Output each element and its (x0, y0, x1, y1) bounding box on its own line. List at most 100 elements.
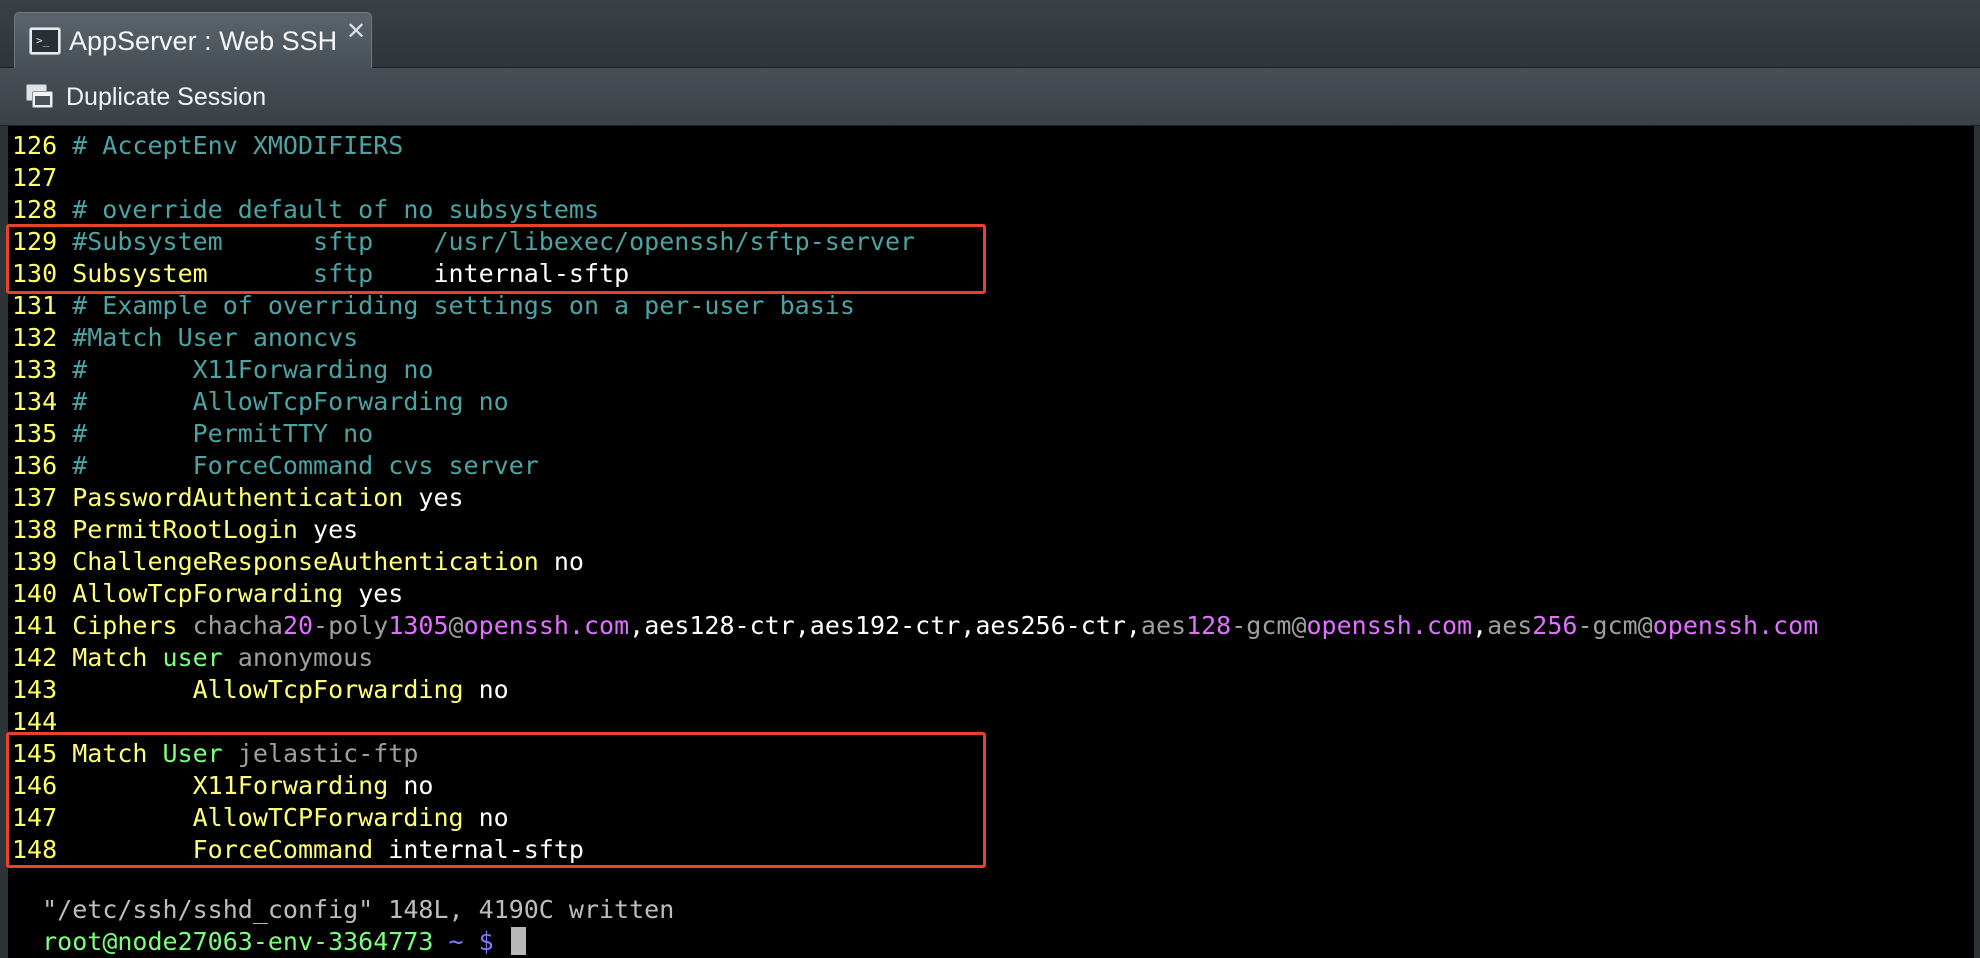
line-number: 145 (12, 739, 58, 768)
line-number: 135 (12, 419, 58, 448)
line-number: 144 (12, 707, 58, 736)
terminal-line: 138 PermitRootLogin yes (12, 514, 358, 546)
line-number: 148 (12, 835, 58, 864)
terminal-line: 128 # override default of no subsystems (12, 194, 599, 226)
line-text: # PermitTTY no (57, 419, 374, 448)
terminal-line: 145 Match User jelastic-ftp (12, 738, 418, 770)
line-text: -gcm@ (1231, 611, 1307, 640)
terminal-line: 130 Subsystem sftp internal-sftp (12, 258, 629, 290)
terminal-line: 144 (12, 706, 57, 738)
line-text: PermitRootLogin (57, 515, 298, 544)
close-icon[interactable]: ✕ (346, 19, 366, 43)
duplicate-session-label: Duplicate Session (66, 82, 267, 111)
line-text: jelastic-ftp (222, 739, 419, 768)
line-number: 137 (12, 483, 58, 512)
line-text: #Match User anoncvs (57, 323, 359, 352)
line-text: chacha (177, 611, 283, 640)
tab-bar: >_ AppServer : Web SSH ✕ (0, 0, 1980, 68)
line-number: 130 (12, 259, 58, 288)
vim-status-line: "/etc/ssh/sshd_config" 148L, 4190C writt… (12, 862, 674, 924)
line-text: Ciphers (57, 611, 178, 640)
terminal-scrollbar[interactable] (1974, 126, 1980, 958)
line-text: # X11Forwarding no (57, 355, 434, 384)
shell-prompt[interactable]: root@node27063-env-3364773 ~ $ (12, 894, 526, 956)
line-text: openssh.com (463, 611, 630, 640)
tab-web-ssh[interactable]: >_ AppServer : Web SSH ✕ (14, 12, 372, 68)
line-text: , (1472, 611, 1488, 640)
terminal-line: 127 (12, 162, 57, 194)
line-text: Subsystem (57, 259, 208, 288)
line-text: internal-sftp (373, 835, 584, 864)
line-number: 134 (12, 387, 58, 416)
line-text: AllowTcpForwarding (57, 579, 344, 608)
line-number: 143 (12, 675, 58, 704)
line-text: no (538, 547, 584, 576)
line-text: # AllowTcpForwarding no (57, 387, 509, 416)
line-text: internal-sftp (433, 259, 630, 288)
line-text: user (147, 643, 223, 672)
terminal-line: 136 # ForceCommand cvs server (12, 450, 539, 482)
line-number: 131 (12, 291, 58, 320)
line-number: 126 (12, 131, 58, 160)
terminal-line: 134 # AllowTcpForwarding no (12, 386, 509, 418)
terminal-icon-glyph: >_ (36, 34, 50, 47)
terminal-line: 137 PasswordAuthentication yes (12, 482, 464, 514)
line-text: aes (1487, 611, 1533, 640)
line-text: # Example of overriding settings on a pe… (57, 291, 855, 320)
line-text: 128 (1186, 611, 1232, 640)
line-text: openssh.com (1652, 611, 1819, 640)
line-text: # AcceptEnv XMODIFIERS (57, 131, 404, 160)
terminal-line: 135 # PermitTTY no (12, 418, 373, 450)
line-number: 136 (12, 451, 58, 480)
terminal-line: 143 AllowTcpForwarding no (12, 674, 509, 706)
line-text: ,aes128-ctr,aes192-ctr,aes256-ctr, (629, 611, 1141, 640)
line-text: Match (57, 739, 148, 768)
line-text: ChallengeResponseAuthentication (57, 547, 539, 576)
line-text: aes (1140, 611, 1187, 640)
prompt-path: ~ (433, 927, 479, 956)
line-text: AllowTCPForwarding (57, 803, 464, 832)
line-text: #Subsystem sftp /usr/libexec/openssh/sft… (57, 227, 916, 256)
duplicate-session-button[interactable]: Duplicate Session (26, 80, 266, 114)
line-text: openssh.com (1306, 611, 1473, 640)
line-number: 129 (12, 227, 58, 256)
line-text: @ (448, 611, 464, 640)
line-text: User (147, 739, 223, 768)
line-number: 128 (12, 195, 58, 224)
line-number: 140 (12, 579, 58, 608)
terminal-line: 131 # Example of overriding settings on … (12, 290, 855, 322)
line-number: 147 (12, 803, 58, 832)
terminal-cursor (510, 927, 526, 955)
line-number: 146 (12, 771, 58, 800)
line-text: # ForceCommand cvs server (57, 451, 539, 480)
line-number: 139 (12, 547, 58, 576)
line-text: no (388, 771, 434, 800)
line-text: -gcm@ (1577, 611, 1653, 640)
line-number: 142 (12, 643, 58, 672)
line-text: anonymous (222, 643, 374, 672)
duplicate-window-icon (26, 84, 54, 110)
terminal-line: 142 Match user anonymous (12, 642, 373, 674)
terminal-icon: >_ (29, 27, 61, 55)
line-text: yes (403, 483, 464, 512)
line-text: -poly (313, 611, 389, 640)
line-text: AllowTcpForwarding (57, 675, 464, 704)
line-number: 132 (12, 323, 58, 352)
terminal-line: 126 # AcceptEnv XMODIFIERS (12, 130, 403, 162)
terminal-line: 146 X11Forwarding no (12, 770, 433, 802)
line-text: no (463, 675, 509, 704)
terminal-line: 147 AllowTCPForwarding no (12, 802, 509, 834)
line-text: no (463, 803, 509, 832)
line-text: Match (57, 643, 148, 672)
line-text: yes (297, 515, 359, 544)
toolbar: Duplicate Session (0, 68, 1980, 126)
prompt-user-host: root@node27063-env-3364773 (42, 927, 434, 956)
terminal-line: 133 # X11Forwarding no (12, 354, 433, 386)
line-text: X11Forwarding (57, 771, 389, 800)
tab-title: AppServer : Web SSH (69, 26, 338, 56)
line-text: 256 (1532, 611, 1578, 640)
line-text: yes (343, 579, 404, 608)
terminal-line: 139 ChallengeResponseAuthentication no (12, 546, 584, 578)
line-number: 138 (12, 515, 58, 544)
line-text: sftp (207, 259, 434, 288)
